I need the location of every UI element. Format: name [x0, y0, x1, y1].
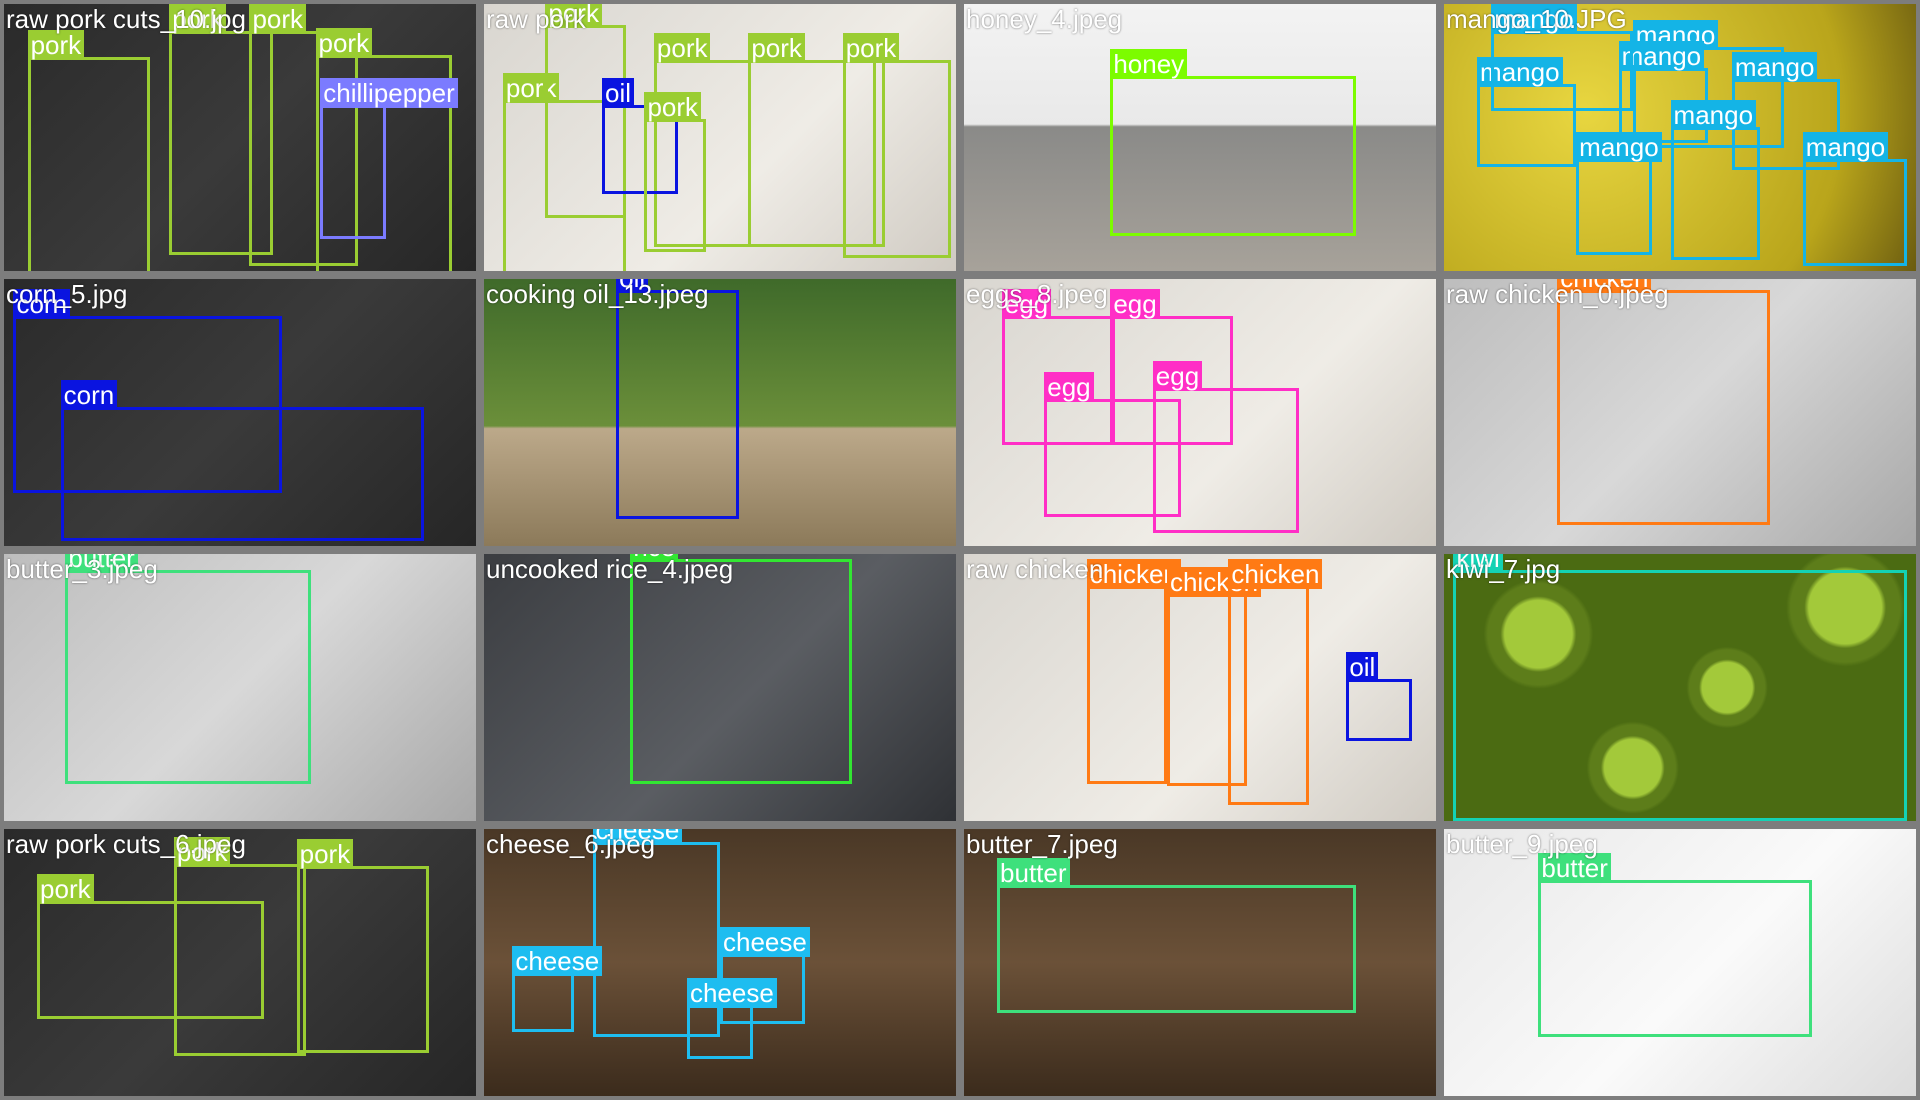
bounding-box: cheese	[512, 946, 603, 1032]
bounding-box: kiwi	[1453, 554, 1907, 821]
bounding-box: butter	[997, 858, 1356, 1014]
image-tile: butter_3.jpeg butter	[0, 550, 480, 825]
bounding-box: butter	[1538, 852, 1813, 1038]
detection-grid: raw pork cuts_10.jpg pork pork pork pork chil…	[0, 0, 1920, 1100]
box-label: egg	[1152, 361, 1203, 392]
image-tile: butter_7.jpeg butter	[960, 825, 1440, 1100]
tile-filename: cooking oil_13.jpeg	[486, 279, 709, 309]
bounding-box: oil	[616, 279, 739, 520]
image-tile: uncooked rice_4.jpegrice	[480, 550, 960, 825]
tile-filename: raw pork cuts_6.jpeg	[6, 829, 246, 859]
tile-filename: raw chicken	[966, 554, 1104, 584]
bounding-box: pork	[27, 30, 151, 271]
bounding-box: cheese	[686, 978, 777, 1059]
bounding-box: pork	[842, 33, 952, 258]
tile-filename: mango_10.JPG	[1446, 4, 1627, 34]
box-label: pork	[37, 874, 94, 905]
bounding-box: egg	[1152, 361, 1300, 533]
box-label: mango	[1670, 99, 1757, 130]
image-tile: butter_9.jpeg butter	[1440, 825, 1920, 1100]
box-label: pork	[296, 839, 354, 870]
tile-filename: cheese_6.jpeg	[486, 829, 656, 859]
bounding-box: pork	[644, 91, 706, 253]
tile-filename: corn_5.jpg	[6, 279, 128, 309]
box-label: pork	[249, 4, 307, 34]
bounding-box: corn	[60, 380, 425, 541]
box-label: oil	[602, 78, 635, 109]
tile-filename: raw pork cuts_10.jpg	[6, 4, 246, 34]
box-label: pork	[315, 27, 373, 58]
box-label: oil	[1346, 652, 1379, 683]
image-tile: raw chicken chicken chicken chicken oil	[960, 550, 1440, 825]
image-tile: raw chicken_0.jpeg chicken	[1440, 275, 1920, 550]
image-tile: corn_5.jpg corn corn	[0, 275, 480, 550]
box-label: pork	[27, 30, 85, 61]
image-tile: raw pork cuts_10.jpg pork pork pork pork chil…	[0, 0, 480, 275]
bounding-box: mango	[1576, 131, 1662, 255]
tile-filename: butter_3.jpeg	[6, 554, 158, 584]
bounding-box: rice	[630, 554, 853, 784]
tile-filename: uncooked rice_4.jpeg	[486, 554, 734, 584]
image-tile: cooking oil_13.jpeg oil	[480, 275, 960, 550]
box-label: cheese	[512, 946, 603, 977]
box-label: mango	[1802, 131, 1889, 162]
bounding-box: mango	[1802, 131, 1907, 266]
bounding-box: honey	[1110, 49, 1356, 237]
bounding-box: mango	[1670, 99, 1761, 261]
bounding-box: chicken	[1086, 559, 1181, 784]
bounding-box: oil	[1346, 652, 1413, 741]
bounding-box: chicken	[1557, 279, 1770, 525]
tile-filename: raw chicken_0.jpeg	[1446, 279, 1669, 309]
box-label: honey	[1110, 49, 1188, 80]
bounding-box: butter	[65, 554, 311, 784]
bounding-box: chillipepper	[320, 78, 458, 239]
box-label: mango	[1731, 51, 1818, 82]
image-tile: raw pork pork pork pork pork pork oil pork	[480, 0, 960, 275]
image-tile: mango_10.JPG mango mango mango mango mango man…	[1440, 0, 1920, 275]
box-label: corn	[60, 380, 118, 411]
box-label: egg	[1110, 289, 1160, 320]
box-label: chillipepper	[320, 78, 458, 109]
tile-filename: eggs_8.jpeg	[966, 279, 1108, 309]
box-label: cheese	[720, 927, 810, 958]
image-tile: honey_4.jpeghoney	[960, 0, 1440, 275]
tile-filename: honey_4.jpeg	[966, 4, 1123, 34]
tile-filename: butter_7.jpeg	[966, 829, 1118, 859]
tile-filename: raw pork	[486, 4, 586, 34]
image-tile: raw pork cuts_6.jpeg pork pork pork	[0, 825, 480, 1100]
bounding-box: pork	[296, 839, 429, 1054]
bounding-box: pork	[173, 836, 307, 1056]
tile-filename: kiwi_7.jpg	[1446, 554, 1561, 584]
image-tile: cheese_6.jpeg cheese cheese cheese cheese	[480, 825, 960, 1100]
bounding-box: chicken	[1228, 559, 1323, 805]
box-label: mango	[1576, 131, 1662, 162]
box-label: cheese	[686, 978, 777, 1009]
box-label: chicken	[1228, 559, 1323, 590]
box-label: pork	[842, 33, 900, 64]
box-label: pork	[644, 91, 702, 122]
box-label: pork	[653, 33, 711, 64]
bounding-box: mango	[1491, 4, 1633, 111]
box-label: butter	[997, 858, 1070, 889]
image-tile: eggs_8.jpeg egg egg egg egg	[960, 275, 1440, 550]
box-label: pork	[748, 33, 805, 64]
box-label: egg	[1044, 372, 1094, 403]
tile-filename: butter_9.jpeg	[1446, 829, 1598, 859]
image-tile: kiwi_7.jpg kiwi	[1440, 550, 1920, 825]
